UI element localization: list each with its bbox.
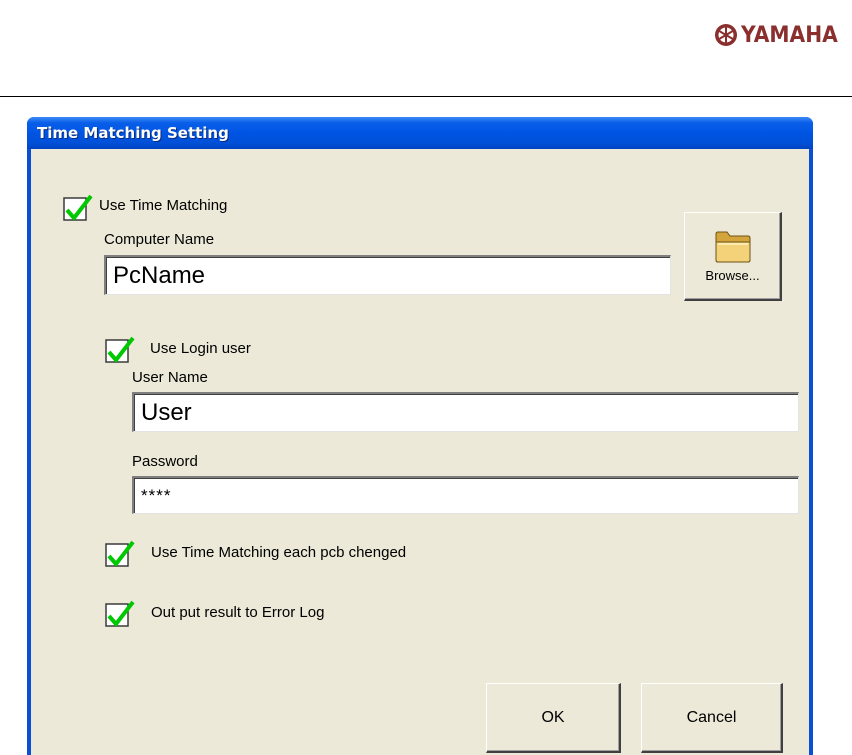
ok-button[interactable]: OK xyxy=(486,683,621,753)
error-log-label: Out put result to Error Log xyxy=(151,604,325,621)
browse-button[interactable]: Browse... xyxy=(684,212,782,301)
password-input[interactable]: **** xyxy=(132,476,799,514)
dialog-title: Time Matching Setting xyxy=(37,124,229,142)
use-login-user-checkbox[interactable] xyxy=(105,335,135,365)
use-time-matching-label: Use Time Matching xyxy=(99,197,228,214)
tuning-fork-emblem-icon xyxy=(714,24,737,46)
computer-name-label: Computer Name xyxy=(104,231,215,248)
each-pcb-changed-checkbox[interactable] xyxy=(105,539,135,569)
computer-name-input[interactable]: PcName xyxy=(104,255,671,295)
title-bar[interactable]: Time Matching Setting xyxy=(27,117,813,149)
password-label: Password xyxy=(132,453,198,470)
yamaha-logo: YAMAHA xyxy=(714,22,846,48)
folder-icon xyxy=(715,231,750,262)
cancel-button[interactable]: Cancel xyxy=(641,683,783,753)
use-time-matching-checkbox[interactable] xyxy=(63,193,93,223)
time-matching-dialog: Time Matching Setting Use Time Matching … xyxy=(27,117,813,755)
browse-label: Browse... xyxy=(705,267,760,283)
each-pcb-changed-label: Use Time Matching each pcb chenged xyxy=(151,544,407,561)
user-name-label: User Name xyxy=(132,369,208,386)
header-divider xyxy=(0,96,852,97)
brand-name: YAMAHA xyxy=(740,22,838,48)
error-log-checkbox[interactable] xyxy=(105,599,135,629)
dialog-body: Use Time Matching Computer Name PcName B… xyxy=(31,149,809,755)
use-login-user-label: Use Login user xyxy=(150,340,251,357)
user-name-input[interactable]: User xyxy=(132,392,799,432)
